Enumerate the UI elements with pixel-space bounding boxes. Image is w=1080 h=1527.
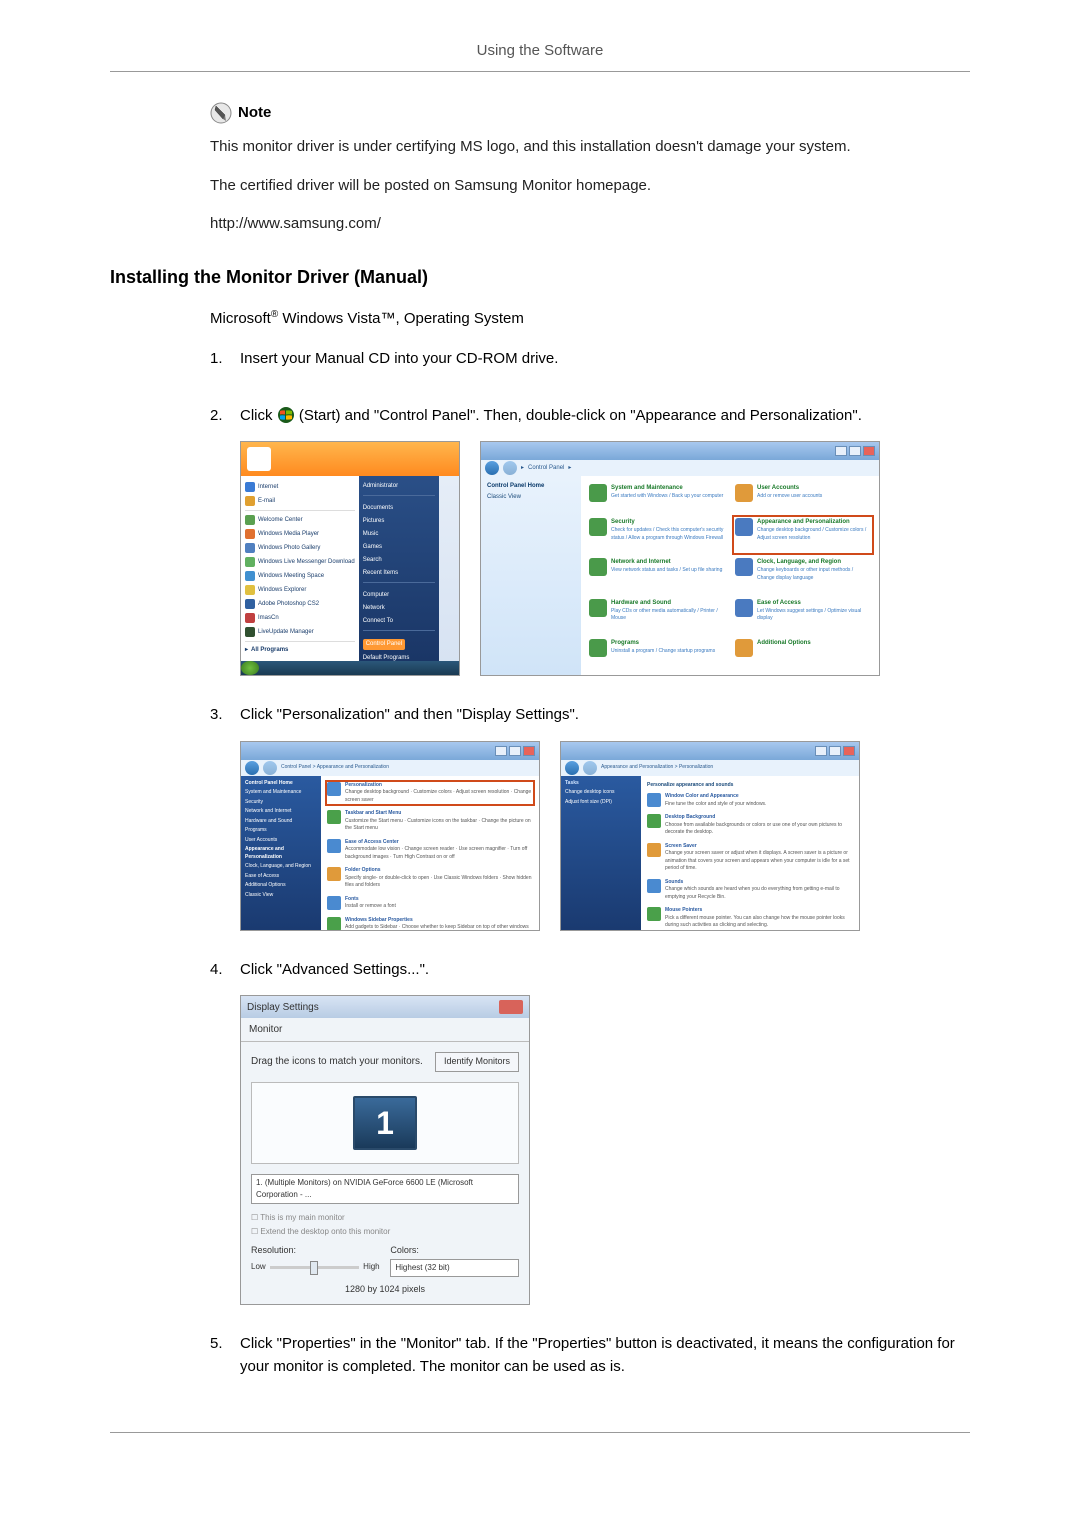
note-header: Note [210,102,970,125]
address-bar: ▸ Control Panel ▸ [481,460,879,476]
step-4: 4. Click "Advanced Settings...". Display… [210,959,970,1314]
dialog-titlebar: Display Settings [241,996,529,1018]
start-menu-right: Administrator Documents Pictures Music G… [359,476,439,661]
extend-desktop-checkbox[interactable]: ☐ Extend the desktop onto this monitor [251,1226,519,1238]
drag-label: Drag the icons to match your monitors. [251,1054,423,1069]
step-1: 1. Insert your Manual CD into your CD-RO… [210,348,970,385]
main-monitor-checkbox[interactable]: ☐ This is my main monitor [251,1212,519,1224]
os-line: Microsoft® Windows Vista™, Operating Sys… [210,307,970,331]
maximize-button[interactable] [849,446,861,456]
minimize-button[interactable] [835,446,847,456]
note-text-2: The certified driver will be posted on S… [210,175,970,198]
control-panel-highlight[interactable]: Control Panel [363,639,405,650]
personalization-main: Personalize appearance and sounds Window… [641,776,859,930]
colors-label: Colors: [390,1244,519,1258]
note-icon [210,102,232,124]
step-2-screenshots: Internet E-mail Welcome Center Windows M… [240,441,970,676]
step-num-3: 3. [210,704,240,727]
appearance-main: PersonalizationChange desktop background… [321,776,539,930]
taskbar [241,661,459,675]
back-button-icon[interactable] [485,461,499,475]
window-titlebar [481,442,879,460]
monitor-select[interactable]: 1. (Multiple Monitors) on NVIDIA GeForce… [251,1174,519,1204]
step-1-text: Insert your Manual CD into your CD-ROM d… [240,348,970,371]
screenshot-appearance-panel: Control Panel > Appearance and Personali… [240,741,540,931]
step-3-screenshots: Control Panel > Appearance and Personali… [240,741,970,931]
resolution-label: Resolution: [251,1244,380,1258]
appearance-sidebar: Control Panel Home System and Maintenanc… [241,776,321,930]
note-url: http://www.samsung.com/ [210,213,970,236]
resolution-value: 1280 by 1024 pixels [251,1283,519,1297]
personalization-sidebar: Tasks Change desktop icons Adjust font s… [561,776,641,930]
monitor-tab[interactable]: Monitor [241,1018,529,1042]
step-4-text: Click "Advanced Settings...". [240,959,970,982]
note-section: Note This monitor driver is under certif… [210,102,970,236]
step-num-4: 4. [210,959,240,982]
close-icon[interactable] [499,1000,523,1014]
identify-monitors-button[interactable]: Identify Monitors [435,1052,519,1072]
os-suffix: Windows Vista™, Operating System [278,310,524,327]
bottom-divider [110,1432,970,1433]
monitor-preview-area: 1 [251,1082,519,1164]
step-2-text: Click (Start) and "Control Panel". Then,… [240,405,970,428]
screenshot-control-panel: ▸ Control Panel ▸ Control Panel Home Cla… [480,441,880,676]
steps-list: 1. Insert your Manual CD into your CD-RO… [210,348,970,1392]
close-button[interactable] [863,446,875,456]
start-menu-left: Internet E-mail Welcome Center Windows M… [241,476,359,661]
start-button[interactable] [241,661,259,675]
note-text-1: This monitor driver is under certifying … [210,136,970,159]
step-3-text: Click "Personalization" and then "Displa… [240,704,970,727]
personalization-link[interactable]: PersonalizationChange desktop background… [327,782,533,805]
step-num-5: 5. [210,1333,240,1356]
resolution-slider[interactable]: Low High [251,1259,380,1275]
step-num-1: 1. [210,348,240,371]
step-num-2: 2. [210,405,240,428]
step-2-pre: Click [240,407,277,424]
os-prefix: Microsoft [210,310,271,327]
screenshot-start-menu: Internet E-mail Welcome Center Windows M… [240,441,460,676]
dialog-title: Display Settings [247,1000,319,1015]
screenshot-display-settings: Display Settings Monitor Drag the icons … [240,995,530,1305]
appearance-personalization-link[interactable]: Appearance and PersonalizationChange des… [735,518,871,552]
step-5-text: Click "Properties" in the "Monitor" tab.… [240,1333,970,1378]
step-4-screenshots: Display Settings Monitor Drag the icons … [240,995,970,1305]
start-menu-user-area [241,442,459,476]
avatar [247,447,271,471]
note-label: Note [238,102,271,125]
step-5: 5. Click "Properties" in the "Monitor" t… [210,1333,970,1392]
control-panel-sidebar: Control Panel Home Classic View [481,476,581,675]
control-panel-main: System and MaintenanceGet started with W… [581,476,879,675]
windows-start-icon [277,407,295,423]
step-2-mid: (Start) and "Control Panel". Then, doubl… [299,407,862,424]
colors-dropdown[interactable]: Highest (32 bit) [390,1259,519,1277]
section-title: Installing the Monitor Driver (Manual) [110,264,970,291]
page-header: Using the Software [110,40,970,71]
step-2: 2. Click (Start) and "Control Panel". Th… [210,405,970,685]
screenshot-personalization-panel: Appearance and Personalization > Persona… [560,741,860,931]
forward-button-icon[interactable] [503,461,517,475]
top-divider [110,71,970,72]
monitor-1-icon[interactable]: 1 [353,1096,417,1150]
step-3: 3. Click "Personalization" and then "Dis… [210,704,970,939]
